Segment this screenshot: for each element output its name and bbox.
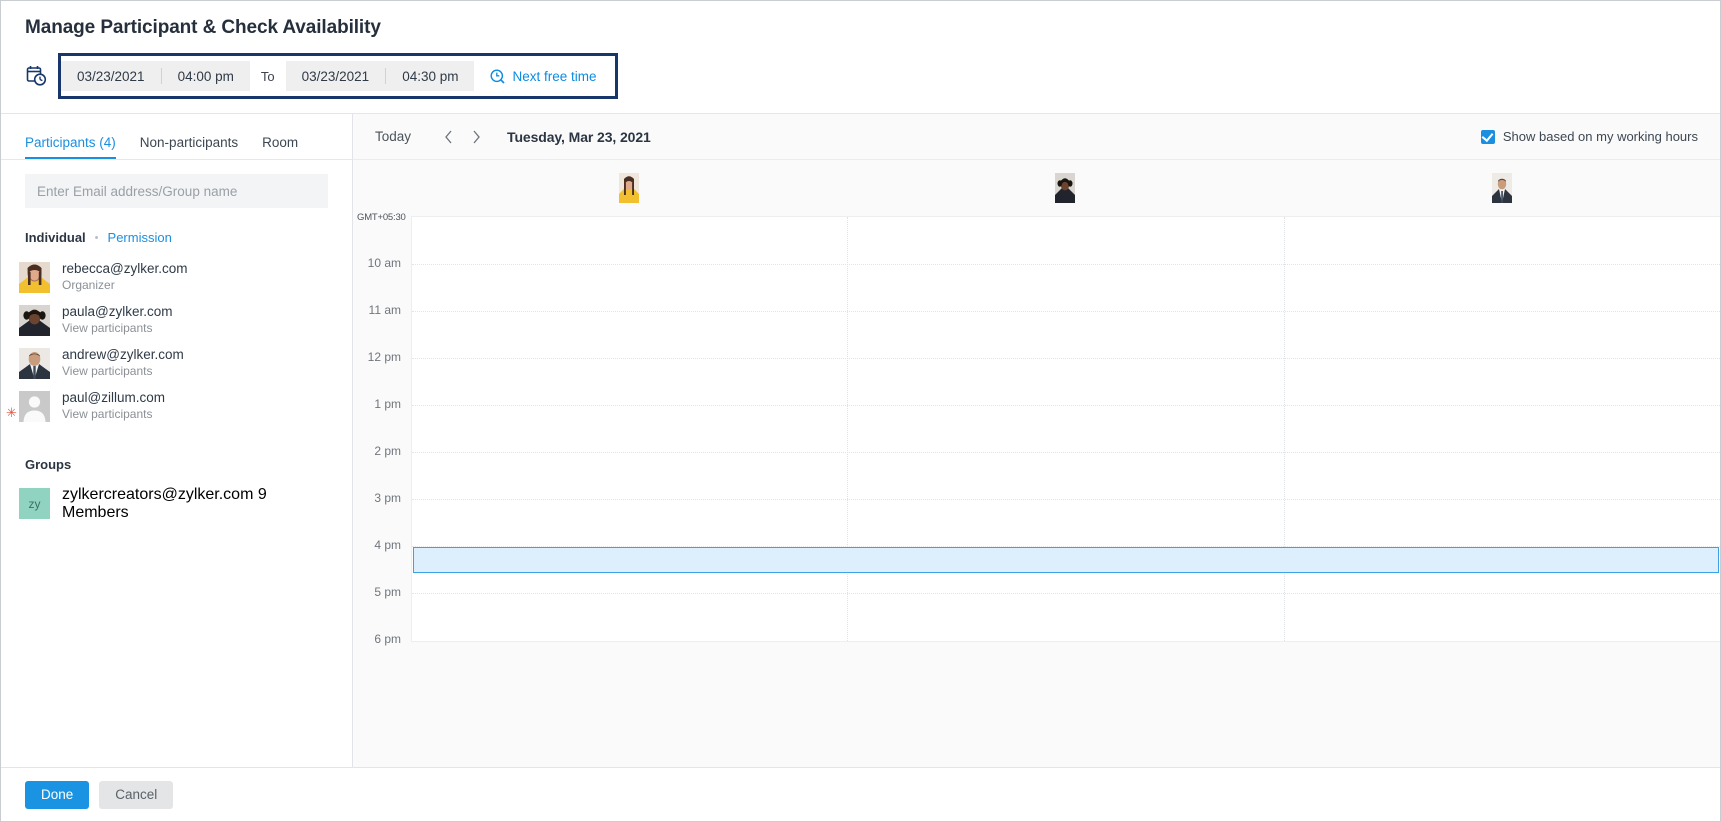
time-tick-label: 10 am bbox=[367, 256, 401, 270]
avatar bbox=[19, 305, 50, 336]
avatar bbox=[1491, 173, 1512, 203]
tab-room[interactable]: Room bbox=[262, 135, 308, 159]
cancel-button[interactable]: Cancel bbox=[99, 780, 174, 809]
time-tick-label: 6 pm bbox=[374, 632, 401, 646]
page-title: Manage Participant & Check Availability bbox=[25, 17, 381, 38]
clock-search-icon bbox=[490, 69, 506, 84]
sidebar-tabs: Participants (4) Non-participants Room bbox=[1, 114, 352, 160]
column-header bbox=[847, 173, 1283, 203]
start-date-field[interactable]: 03/23/2021 bbox=[61, 61, 161, 91]
calendar-clock-icon bbox=[26, 64, 48, 88]
chevron-right-icon[interactable] bbox=[467, 128, 485, 146]
start-time-field[interactable]: 04:00 pm bbox=[162, 61, 250, 91]
time-tick-label: 5 pm bbox=[374, 585, 401, 599]
calendar-toolbar: Today Tuesday, Mar 23, 2021 Show based o… bbox=[353, 114, 1720, 160]
search-input[interactable] bbox=[25, 174, 328, 208]
chevron-left-icon[interactable] bbox=[439, 128, 457, 146]
time-tick-label: 11 am bbox=[368, 303, 401, 317]
dialog-body: Participants (4) Non-participants Room I… bbox=[1, 113, 1720, 767]
selected-time-block[interactable] bbox=[413, 547, 1719, 573]
list-item[interactable]: rebecca@zylker.com Organizer bbox=[1, 255, 352, 298]
participant-role: View participants bbox=[62, 364, 153, 378]
time-tick-label: 4 pm bbox=[374, 538, 401, 552]
working-hours-toggle[interactable]: Show based on my working hours bbox=[1480, 129, 1702, 144]
participant-role: View participants bbox=[62, 321, 153, 335]
start-datetime-group: 03/23/2021 04:00 pm bbox=[61, 61, 250, 91]
working-hours-label: Show based on my working hours bbox=[1502, 129, 1698, 144]
participant-meta: andrew@zylker.com View participants bbox=[62, 346, 184, 378]
individual-section-header: Individual • Permission bbox=[1, 208, 352, 255]
required-marker-icon: ✳ bbox=[6, 405, 17, 420]
to-label: To bbox=[260, 68, 275, 84]
grid-columns[interactable] bbox=[411, 216, 1720, 642]
group-avatar: zy bbox=[19, 488, 50, 519]
current-date-label: Tuesday, Mar 23, 2021 bbox=[507, 128, 651, 145]
participants-list: rebecca@zylker.com Organizer paula@zylke… bbox=[1, 255, 352, 427]
participant-meta: rebecca@zylker.com Organizer bbox=[62, 260, 188, 292]
participant-email: rebecca@zylker.com bbox=[62, 261, 188, 276]
list-item[interactable]: ✳ paul@zillum.com View participants bbox=[1, 384, 352, 427]
time-axis: GMT+05:30 10 am 11 am 12 pm 1 pm 2 pm 3 … bbox=[353, 212, 411, 767]
list-item[interactable]: paula@zylker.com View participants bbox=[1, 298, 352, 341]
end-datetime-group: 03/23/2021 04:30 pm bbox=[285, 61, 475, 91]
individual-label: Individual bbox=[25, 230, 86, 245]
dialog-header: Manage Participant & Check Availability … bbox=[1, 1, 1720, 113]
availability-calendar: Today Tuesday, Mar 23, 2021 Show based o… bbox=[353, 114, 1720, 767]
checkbox-checked-icon[interactable] bbox=[1480, 129, 1495, 144]
participant-meta: paul@zillum.com View participants bbox=[62, 389, 165, 421]
avatar bbox=[1055, 173, 1076, 203]
today-button[interactable]: Today bbox=[371, 129, 415, 144]
dialog-footer: Done Cancel bbox=[1, 767, 1720, 821]
section-separator: • bbox=[94, 231, 99, 244]
search-row bbox=[1, 160, 352, 208]
column-header bbox=[411, 173, 847, 203]
end-time-field[interactable]: 04:30 pm bbox=[386, 61, 474, 91]
time-range-picker: 03/23/2021 04:00 pm To 03/23/2021 04:30 … bbox=[58, 53, 618, 99]
participant-email: paula@zylker.com bbox=[62, 304, 173, 319]
grid-column[interactable] bbox=[1283, 217, 1720, 641]
participant-email: andrew@zylker.com bbox=[62, 347, 184, 362]
done-button[interactable]: Done bbox=[25, 780, 90, 809]
next-free-time-label: Next free time bbox=[512, 68, 597, 84]
group-name: zylkercreators@zylker.com bbox=[62, 486, 254, 503]
timezone-label: GMT+05:30 bbox=[357, 212, 406, 223]
participant-meta: paula@zylker.com View participants bbox=[62, 303, 173, 335]
list-item[interactable]: zy zylkercreators@zylker.com 9 Members bbox=[1, 482, 352, 526]
grid-column[interactable] bbox=[847, 217, 1283, 641]
groups-section-header: Groups bbox=[25, 457, 72, 472]
calendar-column-headers bbox=[353, 160, 1720, 216]
time-tick-label: 3 pm bbox=[374, 491, 401, 505]
list-item[interactable]: andrew@zylker.com View participants bbox=[1, 341, 352, 384]
participant-role: Organizer bbox=[62, 278, 115, 292]
availability-grid: GMT+05:30 10 am 11 am 12 pm 1 pm 2 pm 3 … bbox=[353, 212, 1720, 767]
avatar bbox=[619, 173, 640, 203]
participants-sidebar: Participants (4) Non-participants Room I… bbox=[1, 114, 353, 767]
time-tick-label: 12 pm bbox=[367, 350, 401, 364]
time-range-row: 03/23/2021 04:00 pm To 03/23/2021 04:30 … bbox=[25, 53, 1720, 113]
manage-participant-dialog: Manage Participant & Check Availability … bbox=[0, 0, 1721, 822]
tab-participants[interactable]: Participants (4) bbox=[25, 135, 126, 159]
group-meta: zylkercreators@zylker.com 9 Members bbox=[62, 486, 328, 522]
date-nav bbox=[439, 128, 485, 146]
participant-email: paul@zillum.com bbox=[62, 390, 165, 405]
column-header bbox=[1284, 173, 1720, 203]
avatar bbox=[19, 262, 50, 293]
permission-link[interactable]: Permission bbox=[108, 230, 172, 245]
time-tick-label: 1 pm bbox=[374, 397, 401, 411]
next-free-time-button[interactable]: Next free time bbox=[474, 56, 614, 96]
grid-column[interactable] bbox=[412, 217, 847, 641]
end-date-field[interactable]: 03/23/2021 bbox=[286, 61, 386, 91]
time-tick-label: 2 pm bbox=[374, 444, 401, 458]
participant-role: View participants bbox=[62, 407, 153, 421]
avatar-placeholder bbox=[19, 391, 50, 422]
tab-non-participants[interactable]: Non-participants bbox=[140, 135, 248, 159]
avatar bbox=[19, 348, 50, 379]
